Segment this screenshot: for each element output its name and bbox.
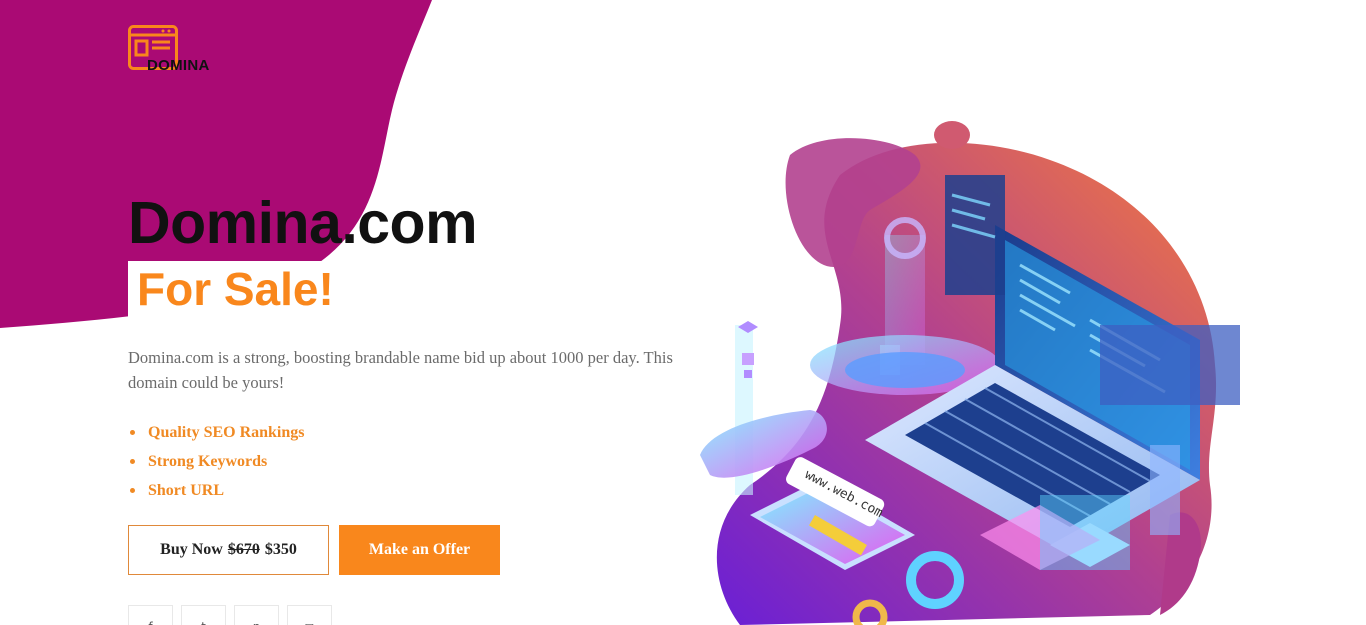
- instagram-icon[interactable]: ◻: [287, 605, 332, 625]
- buy-now-button[interactable]: Buy Now $670 $350: [128, 525, 329, 575]
- bullet-icon: [130, 459, 135, 464]
- feature-label: Strong Keywords: [148, 453, 268, 470]
- bullet-icon: [130, 488, 135, 493]
- new-price: $350: [264, 541, 297, 558]
- pinterest-icon[interactable]: p: [234, 605, 279, 625]
- feature-label: Short URL: [148, 482, 225, 499]
- brand-logo[interactable]: DOMINA: [128, 25, 238, 75]
- social-links: f t p ◻: [128, 605, 332, 625]
- buy-now-label: Buy Now: [160, 541, 223, 558]
- domain-description: Domina.com is a strong, boosting brandab…: [128, 348, 673, 392]
- feature-item: Short URL: [130, 476, 305, 505]
- bullet-icon: [130, 430, 135, 435]
- brand-name: DOMINA: [147, 57, 210, 74]
- facebook-icon[interactable]: f: [128, 605, 173, 625]
- laptop-illustration: www.web.com: [700, 121, 1240, 625]
- feature-label: Quality SEO Rankings: [148, 424, 305, 441]
- feature-list: Quality SEO Rankings Strong Keywords Sho…: [130, 418, 305, 505]
- twitter-icon[interactable]: t: [181, 605, 226, 625]
- page-title: Domina.com: [128, 190, 478, 256]
- feature-item: Strong Keywords: [130, 447, 305, 476]
- make-offer-button[interactable]: Make an Offer: [339, 525, 500, 575]
- page-subtitle: For Sale!: [128, 261, 342, 317]
- feature-item: Quality SEO Rankings: [130, 418, 305, 447]
- old-price: $670: [227, 541, 260, 558]
